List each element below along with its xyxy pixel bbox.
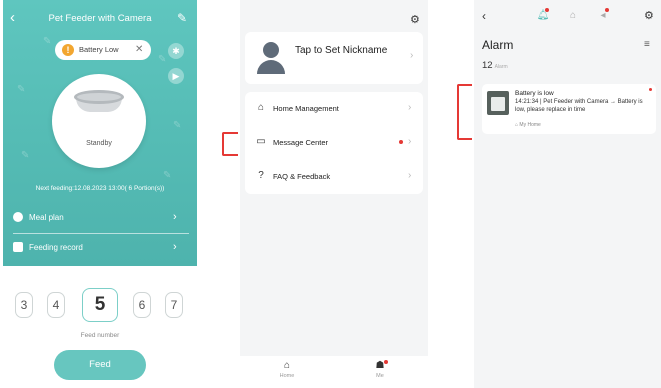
alarm-card-title: Battery is low: [515, 90, 554, 97]
picker-option[interactable]: 7: [165, 292, 183, 318]
notice-category-icon[interactable]: ◂: [596, 8, 610, 22]
alarm-screen: ‹ 🔔︎ ⌂ ◂ ⚙ Alarm ≡ 12 Alarm Battery is lo…: [474, 0, 661, 388]
profile-card[interactable]: Tap to Set Nickname ›: [245, 32, 423, 84]
feed-number-label: Feed number: [80, 332, 120, 339]
alarm-count-unit: Alarm: [494, 64, 508, 70]
settings-gear-icon[interactable]: ⚙: [644, 10, 654, 22]
paw-decoration-icon: ✎: [17, 84, 26, 95]
picker-option[interactable]: 3: [15, 292, 33, 318]
feed-button[interactable]: Feed: [54, 350, 146, 380]
next-feeding-text: Next feeding:12.08.2023 13:00( 6 Portion…: [35, 185, 165, 192]
menu-item-message-center[interactable]: ▭ Message Center ›: [245, 126, 423, 160]
chevron-right-icon: ›: [410, 50, 414, 61]
chevron-right-icon: ›: [408, 136, 412, 147]
alarm-card-home-label: My Home: [519, 122, 541, 128]
tab-me[interactable]: ☗ Me: [360, 360, 400, 380]
avatar-body: [257, 60, 285, 74]
me-tab-icon: ☗: [375, 360, 385, 371]
home-tab-icon: ⌂: [283, 360, 291, 371]
unread-dot: [545, 8, 549, 12]
paw-decoration-icon: ✎: [158, 54, 167, 65]
chevron-right-icon: ›: [173, 211, 177, 223]
unread-dot: [384, 360, 388, 364]
menu-item-label: FAQ & Feedback: [273, 172, 331, 181]
home-category-icon[interactable]: ⌂: [566, 10, 580, 22]
close-icon[interactable]: ✕: [135, 44, 145, 56]
unread-dot: [649, 88, 652, 91]
paw-decoration-icon: ✎: [43, 36, 52, 47]
divider: [13, 233, 189, 234]
battery-alert-text: Battery Low: [79, 45, 119, 54]
edit-icon[interactable]: ✎: [177, 11, 191, 25]
bottom-tab-bar: ⌂ Home ☗ Me: [240, 356, 428, 388]
menu-item-label: Home Management: [273, 104, 339, 113]
chevron-right-icon: ›: [173, 241, 177, 253]
meal-plan-row[interactable]: Meal plan ›: [13, 208, 189, 228]
unread-dot: [399, 140, 403, 144]
menu-item-faq-feedback[interactable]: ? FAQ & Feedback ›: [245, 160, 423, 194]
meal-plan-icon: [13, 212, 23, 222]
feeding-record-row[interactable]: Feeding record ›: [13, 238, 189, 258]
alarm-card[interactable]: Battery is low 14:21:34 | Pet Feeder wit…: [482, 84, 656, 134]
home-icon: ⌂: [515, 122, 519, 128]
paw-decoration-icon: ✎: [21, 150, 30, 161]
settings-icon[interactable]: ✱: [168, 43, 184, 59]
alarm-count-value: 12: [482, 60, 493, 71]
back-icon[interactable]: ‹: [10, 10, 24, 26]
avatar: [255, 40, 285, 76]
menu-item-label: Message Center: [273, 138, 329, 147]
nickname-prompt: Tap to Set Nickname: [295, 45, 388, 56]
filter-icon[interactable]: ≡: [644, 39, 650, 51]
feeding-record-icon: [13, 242, 23, 252]
annotation-bracket: [222, 132, 238, 156]
feeder-status-circle: Standby: [52, 74, 146, 168]
bowl-rim: [74, 90, 124, 104]
battery-alert-chip[interactable]: ! Battery Low ✕: [55, 40, 151, 60]
warning-icon: !: [62, 44, 74, 56]
help-icon: ?: [258, 170, 264, 181]
tab-home[interactable]: ⌂ Home: [267, 360, 307, 380]
device-title: Pet Feeder with Camera: [48, 13, 152, 24]
meal-plan-label: Meal plan: [29, 213, 64, 222]
feed-number-picker[interactable]: 3 4 5 6 7: [3, 288, 197, 324]
paw-decoration-icon: ✎: [163, 170, 172, 181]
chevron-right-icon: ›: [408, 102, 412, 113]
settings-gear-icon[interactable]: ⚙: [410, 14, 422, 26]
thumbnail-inner: [491, 97, 505, 111]
chevron-right-icon: ›: [408, 170, 412, 181]
alarm-card-body: 14:21:34 | Pet Feeder with Camera → Batt…: [515, 99, 643, 113]
feeder-screen: ✎ ✎ ✎ ✎ ✎ ✎ ‹ Pet Feeder with Camera ✎ !…: [3, 0, 197, 388]
annotation-bracket: [457, 84, 472, 140]
back-icon[interactable]: ‹: [482, 9, 486, 23]
profile-menu: ⌂ Home Management › ▭ Message Center › ?…: [245, 92, 423, 194]
alarm-count: 12 Alarm: [482, 60, 508, 73]
home-icon: ⌂: [257, 102, 265, 113]
avatar-head: [263, 42, 279, 58]
alarm-card-home: ⌂ My Home: [515, 122, 541, 129]
picker-selected[interactable]: 5: [82, 288, 118, 322]
tab-label: Home: [279, 373, 295, 379]
status-text: Standby: [86, 140, 112, 147]
camera-icon[interactable]: ▶: [168, 68, 184, 84]
alarm-bell-icon[interactable]: 🔔︎: [536, 8, 550, 22]
message-icon: ▭: [256, 136, 266, 147]
feeder-thumbnail: [487, 91, 509, 115]
feeding-record-label: Feeding record: [29, 243, 83, 252]
paw-decoration-icon: ✎: [173, 120, 182, 131]
profile-screen: ⚙ Tap to Set Nickname › ⌂ Home Managemen…: [240, 0, 428, 388]
tab-label: Me: [376, 373, 384, 379]
menu-item-home-management[interactable]: ⌂ Home Management ›: [245, 92, 423, 126]
unread-dot: [605, 8, 609, 12]
picker-option[interactable]: 6: [133, 292, 151, 318]
page-title: Alarm: [482, 38, 514, 52]
picker-option[interactable]: 4: [47, 292, 65, 318]
